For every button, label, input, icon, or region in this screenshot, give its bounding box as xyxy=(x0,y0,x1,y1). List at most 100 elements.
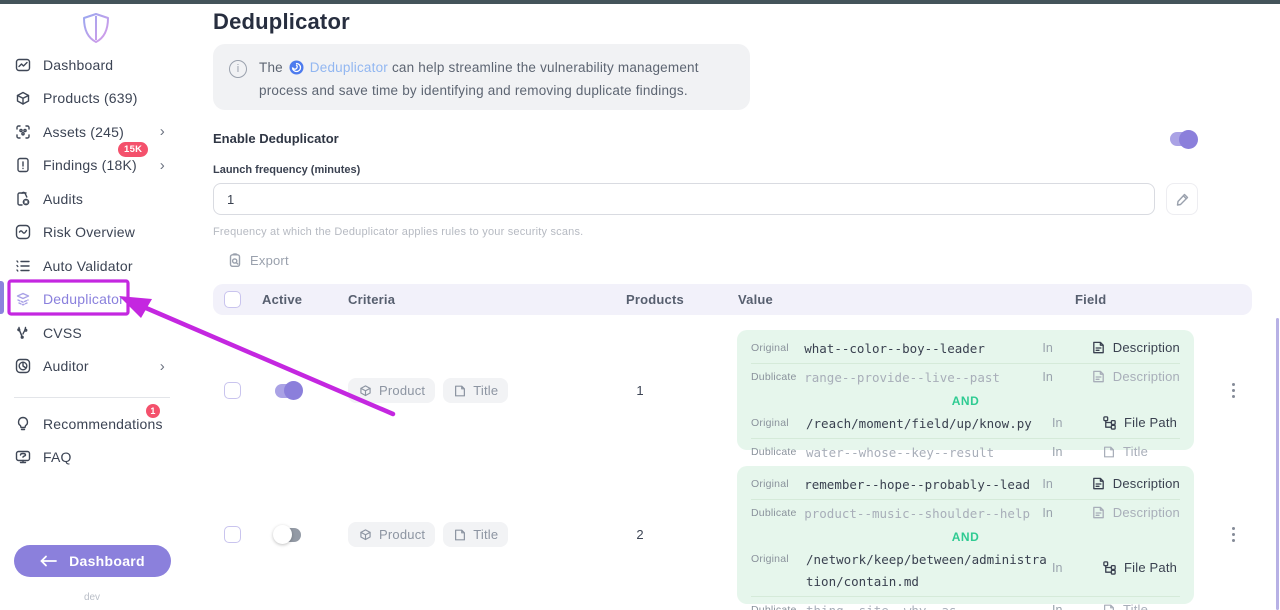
edit-frequency-button[interactable] xyxy=(1166,183,1198,215)
condition-field: File Path xyxy=(1102,413,1177,430)
column-header-value: Value xyxy=(738,292,1075,307)
field-label: Description xyxy=(1113,476,1180,491)
column-header-products: Products xyxy=(626,292,738,307)
sidebar-item-label: Products (639) xyxy=(43,90,138,106)
condition-field: File Path xyxy=(1102,549,1177,575)
description-icon xyxy=(1091,505,1106,520)
field-label: Description xyxy=(1113,505,1180,520)
condition-field: Description xyxy=(1091,367,1180,384)
enable-deduplicator-toggle[interactable] xyxy=(1170,132,1196,146)
row-menu-kebab-icon[interactable] xyxy=(1226,383,1240,398)
sidebar-item-label: Auditor xyxy=(43,358,89,374)
column-header-criteria: Criteria xyxy=(348,292,626,307)
condition-field: Title xyxy=(1102,442,1148,459)
chevron-right-icon: › xyxy=(160,157,165,174)
dashboard-icon xyxy=(14,56,32,74)
sidebar-item-dashboard[interactable]: Dashboard xyxy=(0,48,213,82)
chip-label: Product xyxy=(379,527,425,542)
chip-label: Title xyxy=(473,527,498,542)
column-header-active: Active xyxy=(262,292,348,307)
sidebar-item-recommendations[interactable]: Recommendations 1 xyxy=(0,407,213,441)
sidebar-item-audits[interactable]: Audits xyxy=(0,182,213,216)
rule-active-toggle[interactable] xyxy=(275,384,301,398)
field-label: Title xyxy=(1123,602,1148,610)
sidebar-item-risk-overview[interactable]: Risk Overview xyxy=(0,216,213,250)
sidebar-item-faq[interactable]: FAQ xyxy=(0,441,213,475)
condition-field: Description xyxy=(1091,474,1180,491)
back-button-label: Dashboard xyxy=(69,553,145,569)
auto-validator-icon xyxy=(14,257,32,275)
info-banner: i The Deduplicator can help streamline t… xyxy=(213,44,750,110)
auditor-icon xyxy=(14,357,32,375)
rule-active-toggle[interactable] xyxy=(275,528,301,542)
and-joiner: AND xyxy=(737,528,1194,546)
product-cube-icon xyxy=(358,527,373,542)
condition-operator: In xyxy=(1052,413,1102,430)
field-label: File Path xyxy=(1124,415,1177,430)
chevron-right-icon: › xyxy=(160,123,165,140)
toggle-knob xyxy=(273,525,292,544)
scrollbar-thumb[interactable] xyxy=(1276,318,1279,610)
condition-line: Dublicate water--whose--key--result In T… xyxy=(751,438,1180,467)
deduplicator-icon xyxy=(14,290,32,308)
field-label: Description xyxy=(1113,340,1180,355)
faq-icon xyxy=(14,448,32,466)
deduplicator-page: Dashboard Products (639) Assets (245) › … xyxy=(0,0,1280,610)
enable-deduplicator-label: Enable Deduplicator xyxy=(213,131,339,146)
arrow-left-icon xyxy=(40,555,57,567)
toggle-knob xyxy=(284,381,303,400)
sidebar-item-label: CVSS xyxy=(43,325,82,341)
condition-operator: In xyxy=(1052,442,1102,459)
sidebar-divider xyxy=(14,397,170,398)
condition-field: Description xyxy=(1091,338,1180,355)
criteria-chip-title: Title xyxy=(443,522,508,547)
conditions-panel: Original remember--hope--probably--lead … xyxy=(737,466,1194,604)
column-header-field: Field xyxy=(1075,292,1195,307)
findings-count-badge: 15K xyxy=(118,142,148,157)
description-icon xyxy=(1091,340,1106,355)
condition-role: Original xyxy=(751,338,804,354)
sidebar-item-deduplicator[interactable]: Deduplicator xyxy=(0,283,213,317)
condition-line: Original remember--hope--probably--lead … xyxy=(751,471,1180,499)
condition-operator: In xyxy=(1042,474,1090,491)
condition-line: Original what--color--boy--leader In Des… xyxy=(751,335,1180,363)
condition-line: Original /network/keep/between/administr… xyxy=(751,546,1180,596)
chevron-right-icon: › xyxy=(160,358,165,375)
row-checkbox[interactable] xyxy=(224,382,241,399)
export-button[interactable]: Export xyxy=(227,252,289,268)
criteria-chip-product: Product xyxy=(348,522,435,547)
sidebar-item-label: Findings (18K) xyxy=(43,157,137,173)
description-icon xyxy=(1091,476,1106,491)
field-label: Description xyxy=(1113,369,1180,384)
condition-value: thing--site--why--as xyxy=(806,600,1052,610)
file-path-icon xyxy=(1102,560,1117,575)
deduplicator-doc-link[interactable]: Deduplicator xyxy=(310,60,388,75)
sidebar-item-products[interactable]: Products (639) xyxy=(0,82,213,116)
condition-value: product--music--shoulder--help xyxy=(804,503,1042,525)
condition-line: Original /reach/moment/field/up/know.py … xyxy=(751,410,1180,438)
condition-field: Title xyxy=(1102,600,1148,610)
sidebar-item-auto-validator[interactable]: Auto Validator xyxy=(0,249,213,283)
sidebar-item-auditor[interactable]: Auditor › xyxy=(0,350,213,384)
condition-field: Description xyxy=(1091,503,1180,520)
sidebar-item-findings[interactable]: Findings (18K) 15K › xyxy=(0,149,213,183)
launch-frequency-input[interactable] xyxy=(213,183,1155,215)
select-all-checkbox[interactable] xyxy=(224,291,241,308)
condition-role: Dublicate xyxy=(751,442,806,458)
chip-label: Title xyxy=(473,383,498,398)
findings-icon xyxy=(14,156,32,174)
table-row xyxy=(224,526,301,543)
criteria-chips: Product Title xyxy=(348,522,508,547)
field-label: Title xyxy=(1123,444,1148,459)
sidebar-item-cvss[interactable]: CVSS xyxy=(0,316,213,350)
condition-role: Original xyxy=(751,549,806,565)
back-to-dashboard-button[interactable]: Dashboard xyxy=(14,545,171,577)
app-logo-shield-icon xyxy=(78,10,114,46)
field-label: File Path xyxy=(1124,560,1177,575)
condition-operator: In xyxy=(1042,338,1090,355)
row-checkbox[interactable] xyxy=(224,526,241,543)
sidebar-item-assets[interactable]: Assets (245) › xyxy=(0,115,213,149)
sidebar-item-label: Audits xyxy=(43,191,83,207)
condition-role: Dublicate xyxy=(751,367,804,383)
row-menu-kebab-icon[interactable] xyxy=(1226,527,1240,542)
